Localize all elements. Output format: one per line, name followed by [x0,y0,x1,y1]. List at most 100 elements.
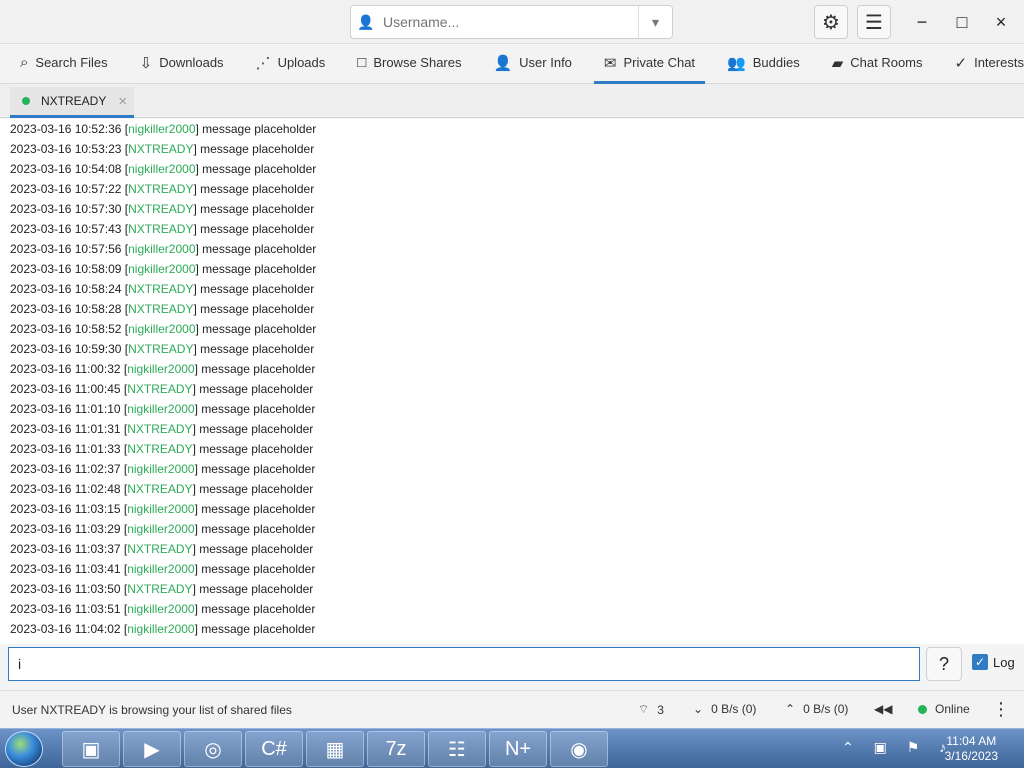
app-icon[interactable]: ◉ [550,731,608,767]
message-timestamp: 2023-03-16 11:01:33 [10,442,121,456]
message-timestamp: 2023-03-16 10:58:28 [10,302,122,316]
archive-icon[interactable]: 7z [367,731,425,767]
message-text: message placeholder [199,482,314,496]
message-text: message placeholder [201,562,316,576]
message-timestamp: 2023-03-16 10:58:09 [10,262,122,276]
message-text: message placeholder [202,162,317,176]
username-combobox[interactable]: 👤 ▾ [350,5,673,39]
rewind-icon[interactable]: ◀◀ [874,702,892,716]
settings-button[interactable]: ⚙ [814,5,848,39]
taskbar: ▣ ▶ ◎ C# ▦ 7z ☷ N+ ◉ ⌃ ▣ ⚑ ♪ 11:04 AM 3/1… [0,728,1024,768]
chat-message-row: 2023-03-16 11:03:51 [nigkiller2000] mess… [10,602,316,616]
chat-message-row: 2023-03-16 10:58:52 [nigkiller2000] mess… [10,322,317,336]
close-button[interactable]: × [986,10,1016,34]
file-explorer-icon[interactable]: ▣ [62,731,120,767]
message-user: NXTREADY [127,382,193,396]
status-message: User NXTREADY is browsing your list of s… [12,703,292,717]
tab-buddies[interactable]: 👥 Buddies [717,44,810,84]
message-user: NXTREADY [127,582,193,596]
check-icon: ✓ [954,54,968,72]
chat-message-row: 2023-03-16 10:53:23 [NXTREADY] message p… [10,142,315,156]
minimize-button[interactable]: − [907,10,937,34]
notepad-plus-icon[interactable]: N+ [489,731,547,767]
chat-message-row: 2023-03-16 10:57:22 [NXTREADY] message p… [10,182,315,196]
log-checkbox[interactable]: ✓ [972,654,988,670]
download-speed: ⌄ 0 B/s (0) [693,702,757,716]
message-user: NXTREADY [127,482,193,496]
nav-label: Chat Rooms [850,55,923,70]
wifi-icon: ⌔ [638,702,650,716]
chat-message-row: 2023-03-16 11:02:48 [NXTREADY] message p… [10,482,314,496]
title-bar: 👤 ▾ ⚙ ☰ − □ × [0,0,1024,44]
tab-browse-shares[interactable]: □ Browse Shares [347,44,471,84]
search-icon: ⌕ [20,54,29,71]
message-timestamp: 2023-03-16 11:00:45 [10,382,121,396]
message-user: nigkiller2000 [127,622,195,636]
tab-search-files[interactable]: ⌕ Search Files [10,44,118,84]
buddies-icon: 👥 [727,54,746,72]
log-label: Log [993,655,1015,670]
chat-message-row: 2023-03-16 10:54:08 [nigkiller2000] mess… [10,162,317,176]
chat-message-row: 2023-03-16 10:52:36 [nigkiller2000] mess… [10,122,317,136]
nav-label: Interests [974,55,1024,70]
maximize-button[interactable]: □ [947,10,977,34]
nav-label: Search Files [35,55,108,70]
mail-icon: ✉ [603,54,617,72]
chat-message-row: 2023-03-16 10:57:30 [NXTREADY] message p… [10,202,315,216]
nav-label: Buddies [752,55,800,70]
menu-icon: ☰ [865,11,883,34]
connection-count: ⌔ 3 [638,702,664,717]
message-timestamp: 2023-03-16 11:00:32 [10,362,121,376]
chat-message-row: 2023-03-16 10:57:43 [NXTREADY] message p… [10,222,315,236]
message-timestamp: 2023-03-16 10:54:08 [10,162,122,176]
message-user: NXTREADY [128,302,194,316]
chat-message-row: 2023-03-16 11:03:29 [nigkiller2000] mess… [10,522,316,536]
system-tray-icons[interactable]: ⌃ ▣ ⚑ ♪ [842,739,954,756]
message-user: nigkiller2000 [128,242,196,256]
tab-uploads[interactable]: ⋰ Uploads [246,44,336,84]
system-clock[interactable]: 11:04 AM 3/16/2023 [945,734,998,764]
message-user: nigkiller2000 [127,502,195,516]
tab-private-chat[interactable]: ✉ Private Chat [593,44,706,84]
chat-tab-nxtready[interactable]: NXTREADY × [10,87,134,118]
chevron-down-icon[interactable]: ▾ [638,6,672,38]
chevron-down-icon: ⌄ [693,702,704,716]
message-text: message placeholder [202,322,317,336]
message-user: nigkiller2000 [128,162,196,176]
upload-speed: ⌃ 0 B/s (0) [785,702,849,716]
chat-message-row: 2023-03-16 10:58:24 [NXTREADY] message p… [10,282,315,296]
text-editor-icon[interactable]: ☷ [428,731,486,767]
start-button[interactable] [5,731,43,767]
tab-user-info[interactable]: 👤 User Info [483,44,581,84]
browser-icon[interactable]: ◎ [184,731,242,767]
chat-history[interactable]: 2023-03-16 10:52:36 [nigkiller2000] mess… [0,119,1024,644]
csharp-icon[interactable]: C# [245,731,303,767]
menu-button[interactable]: ☰ [857,5,891,39]
username-input[interactable] [381,7,638,37]
help-button[interactable]: ? [926,647,962,681]
message-user: nigkiller2000 [127,362,195,376]
tab-chat-rooms[interactable]: ▰ Chat Rooms [822,44,933,84]
online-status[interactable]: Online [918,702,970,716]
chat-message-row: 2023-03-16 11:01:31 [NXTREADY] message p… [10,422,314,436]
tab-downloads[interactable]: ⇩ Downloads [130,44,234,84]
chat-message-row: 2023-03-16 11:03:15 [nigkiller2000] mess… [10,502,316,516]
message-user: NXTREADY [128,202,194,216]
message-text: message placeholder [200,142,315,156]
message-user: NXTREADY [128,182,194,196]
tab-interests[interactable]: ✓ Interests [945,44,1024,84]
message-user: NXTREADY [128,282,194,296]
more-options-icon[interactable]: ⋮ [992,699,1010,720]
chat-message-row: 2023-03-16 11:01:10 [nigkiller2000] mess… [10,402,316,416]
message-text: message placeholder [199,542,314,556]
control-panel-icon[interactable]: ▦ [306,731,364,767]
message-text: message placeholder [200,222,315,236]
message-timestamp: 2023-03-16 11:03:41 [10,562,121,576]
close-tab-icon[interactable]: × [118,93,127,110]
message-timestamp: 2023-03-16 11:01:31 [10,422,121,436]
chat-message-row: 2023-03-16 11:03:50 [NXTREADY] message p… [10,582,314,596]
message-text: message placeholder [201,402,316,416]
media-player-icon[interactable]: ▶ [123,731,181,767]
message-text: message placeholder [201,362,316,376]
message-input[interactable]: i [8,647,920,681]
